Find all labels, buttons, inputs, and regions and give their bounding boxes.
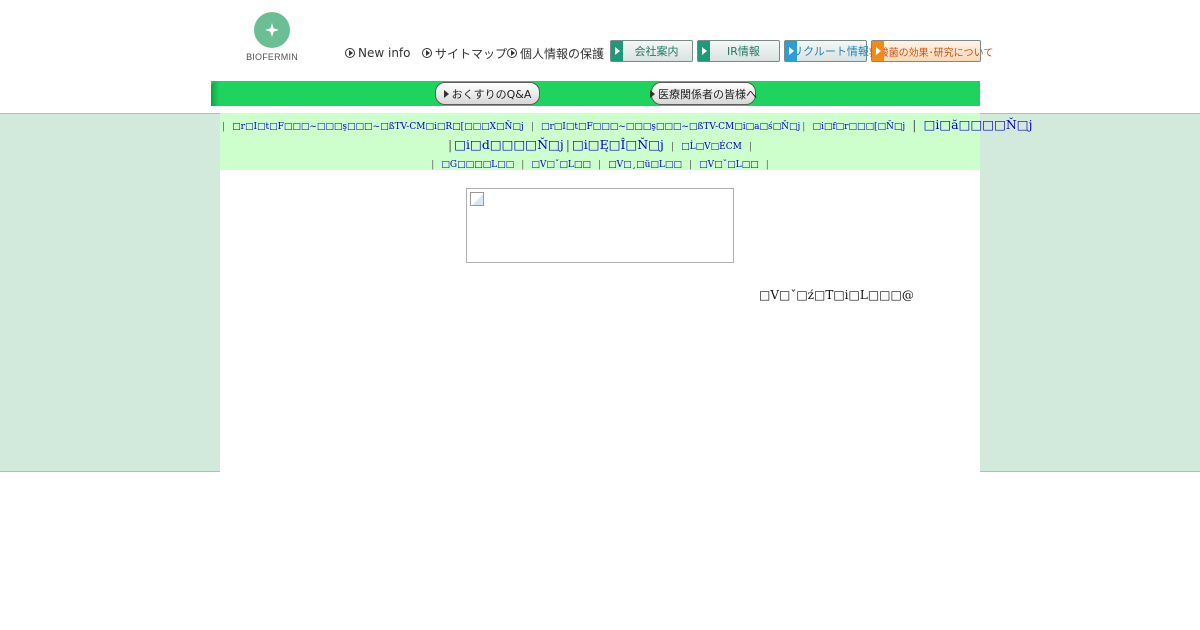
cm-link[interactable]: □i□d□□□□Ň□j bbox=[454, 137, 564, 152]
cm-link[interactable]: □Ĺ□V□ÉCM bbox=[681, 142, 742, 152]
cm-links-band: | □r□I□t□F□□□~□□□ş□□□~□ßTV-CM□i□R□[□□□X□… bbox=[220, 113, 1033, 170]
cm-link[interactable]: □r□I□t□F□□□~□□□ş□□□~□ßTV-CM□i□a□ś□Ň□j bbox=[541, 122, 800, 132]
privacy-label: 個人情報の保護 bbox=[520, 46, 605, 61]
medical-professionals-label: 医療関係者の皆様へ bbox=[658, 87, 757, 101]
company-info-label: 会社案内 bbox=[634, 45, 679, 58]
arrow-right-icon bbox=[872, 41, 884, 61]
cm-link[interactable]: □i□f□r□□□[□Ň□j bbox=[812, 122, 905, 132]
link-row-3: | □G□□□□L□□ | □V□ˇ□L□□ | □V□¸□ü□L□□ | □V… bbox=[431, 160, 769, 170]
cm-link[interactable]: □V□ˇ□L□□ bbox=[531, 160, 591, 170]
green-nav-bar bbox=[211, 81, 980, 106]
recruit-info-label: リクルート情報 bbox=[792, 45, 869, 58]
arrow-right-icon bbox=[698, 41, 710, 61]
cm-link[interactable]: □i□ă□□□□Ň□j bbox=[924, 117, 1033, 132]
lactic-acid-research-button[interactable]: 乳酸菌の効果･研究について bbox=[869, 40, 993, 62]
cm-link[interactable]: □G□□□□L□□ bbox=[441, 160, 514, 170]
biofermin-logo[interactable]: BIOFERMIN bbox=[240, 10, 306, 64]
company-info-button[interactable]: 会社案内 bbox=[610, 40, 693, 62]
link-row-1: | □r□I□t□F□□□~□□□ş□□□~□ßTV-CM□i□R□[□□□X□… bbox=[222, 117, 1033, 132]
new-info-link[interactable]: New info bbox=[345, 45, 411, 61]
cm-link[interactable]: □V□ˇ□L□□ bbox=[699, 160, 759, 170]
lactic-acid-research-label: 乳酸菌の効果･研究について bbox=[868, 47, 994, 59]
arrow-right-icon bbox=[650, 89, 655, 98]
ir-info-label: IR情報 bbox=[727, 45, 760, 58]
cm-link[interactable]: □i□Ę□Î□Ň□j bbox=[572, 137, 664, 152]
logo-mark-icon bbox=[254, 12, 290, 48]
sitemap-link[interactable]: サイトマップ bbox=[422, 45, 507, 61]
privacy-link[interactable]: 個人情報の保護 bbox=[507, 45, 604, 61]
main-garbled-text: □V□ˇ□ź□T□i□L□□□@ bbox=[759, 288, 914, 302]
sitemap-label: サイトマップ bbox=[435, 46, 508, 61]
medicine-qa-button[interactable]: おくすりのQ&A bbox=[435, 82, 540, 105]
arrow-right-icon bbox=[785, 41, 797, 61]
medicine-qa-label: おくすりのQ&A bbox=[451, 87, 532, 101]
play-circle-icon bbox=[345, 48, 355, 58]
nav-bar-edge bbox=[211, 81, 219, 106]
cm-link[interactable]: □V□¸□ü□L□□ bbox=[608, 160, 682, 170]
broken-image-placeholder bbox=[466, 188, 734, 263]
arrow-right-icon bbox=[611, 41, 623, 61]
medical-professionals-button[interactable]: 医療関係者の皆様へ bbox=[650, 82, 757, 105]
arrow-right-icon bbox=[443, 89, 449, 98]
play-circle-icon bbox=[507, 48, 517, 58]
new-info-label: New info bbox=[358, 46, 411, 60]
cm-link[interactable]: □r□I□t□F□□□~□□□ş□□□~□ßTV-CM□i□R□[□□□X□Ň□… bbox=[232, 122, 524, 132]
logo-text: BIOFERMIN bbox=[246, 52, 298, 62]
link-row-2: | □i□d□□□□Ň□j | □i□Ę□Î□Ň□j | □Ĺ□V□ÉCM | bbox=[448, 137, 752, 152]
play-circle-icon bbox=[422, 48, 432, 58]
recruit-info-button[interactable]: リクルート情報 bbox=[784, 40, 869, 62]
ir-info-button[interactable]: IR情報 bbox=[697, 40, 780, 62]
